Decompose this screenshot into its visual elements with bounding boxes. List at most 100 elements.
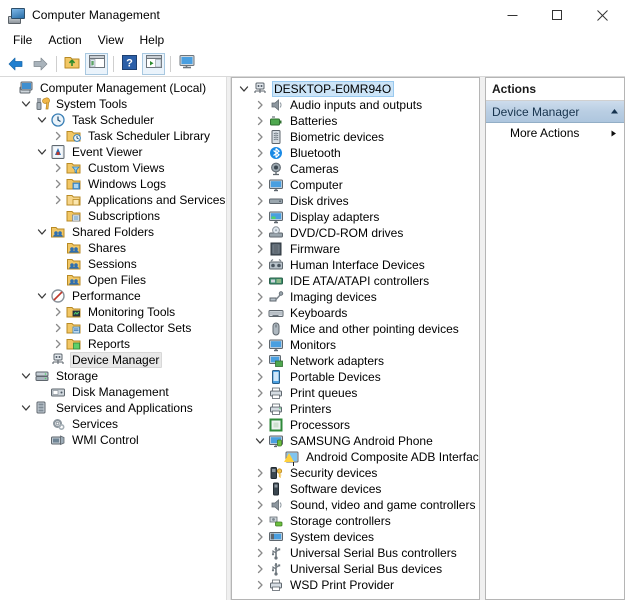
chevron-right-icon[interactable] (50, 160, 66, 176)
tree-item-monitoring-tools[interactable]: Monitoring Tools (0, 304, 225, 320)
tree-item-shared-folders[interactable]: Shared Folders (0, 224, 225, 240)
tree-item-computer-management-local[interactable]: Computer Management (Local) (0, 80, 225, 96)
tree-item-windows-logs[interactable]: Windows Logs (0, 176, 225, 192)
tree-item-bluetooth[interactable]: Bluetooth (232, 145, 479, 161)
chevron-right-icon[interactable] (252, 225, 268, 241)
tree-item-processors[interactable]: Processors (232, 417, 479, 433)
chevron-right-icon[interactable] (252, 513, 268, 529)
chevron-right-icon[interactable] (252, 369, 268, 385)
tree-item-ide-ata-atapi-controllers[interactable]: IDE ATA/ATAPI controllers (232, 273, 479, 289)
chevron-right-icon[interactable] (252, 177, 268, 193)
tree-item-software-devices[interactable]: Software devices (232, 481, 479, 497)
chevron-right-icon[interactable] (252, 481, 268, 497)
maximize-button[interactable] (535, 0, 580, 30)
tree-item-dvd-cd-rom-drives[interactable]: DVD/CD-ROM drives (232, 225, 479, 241)
tree-item-samsung-android-phone[interactable]: SAMSUNG Android Phone (232, 433, 479, 449)
show-hide-action-pane-button[interactable] (142, 52, 165, 75)
chevron-right-icon[interactable] (252, 353, 268, 369)
tree-item-keyboards[interactable]: Keyboards (232, 305, 479, 321)
tree-item-performance[interactable]: Performance (0, 288, 225, 304)
tree-item-storage[interactable]: Storage (0, 368, 225, 384)
tree-item-custom-views[interactable]: Custom Views (0, 160, 225, 176)
chevron-right-icon[interactable] (252, 161, 268, 177)
up-one-level-button[interactable] (61, 53, 84, 75)
tree-item-data-collector-sets[interactable]: Data Collector Sets (0, 320, 225, 336)
chevron-right-icon[interactable] (252, 337, 268, 353)
chevron-down-icon[interactable] (34, 144, 50, 160)
chevron-down-icon[interactable] (18, 400, 34, 416)
chevron-right-icon[interactable] (252, 257, 268, 273)
tree-item-subscriptions[interactable]: Subscriptions (0, 208, 225, 224)
minimize-button[interactable] (490, 0, 535, 30)
tree-item-applications-and-services-logs[interactable]: Applications and Services Logs (0, 192, 225, 208)
chevron-down-icon[interactable] (252, 433, 268, 449)
chevron-right-icon[interactable] (252, 273, 268, 289)
actions-group-device-manager[interactable]: Device Manager (486, 101, 624, 123)
tree-item-batteries[interactable]: Batteries (232, 113, 479, 129)
tree-item-system-tools[interactable]: System Tools (0, 96, 225, 112)
menu-file[interactable]: File (5, 31, 40, 50)
tree-item-disk-management[interactable]: Disk Management (0, 384, 225, 400)
chevron-right-icon[interactable] (252, 145, 268, 161)
tree-item-reports[interactable]: Reports (0, 336, 225, 352)
chevron-right-icon[interactable] (50, 336, 66, 352)
chevron-right-icon[interactable] (252, 561, 268, 577)
tree-item-device-manager[interactable]: Device Manager (0, 352, 225, 368)
chevron-right-icon[interactable] (252, 321, 268, 337)
tree-item-wmi-control[interactable]: WMI Control (0, 432, 225, 448)
help-button[interactable]: ? (118, 53, 141, 75)
tree-item-open-files[interactable]: Open Files (0, 272, 225, 288)
tree-item-print-queues[interactable]: Print queues (232, 385, 479, 401)
chevron-right-icon[interactable] (252, 209, 268, 225)
chevron-right-icon[interactable] (252, 129, 268, 145)
tree-item-biometric-devices[interactable]: Biometric devices (232, 129, 479, 145)
chevron-right-icon[interactable] (252, 577, 268, 593)
chevron-down-icon[interactable] (34, 224, 50, 240)
chevron-down-icon[interactable] (34, 288, 50, 304)
tree-item-sessions[interactable]: Sessions (0, 256, 225, 272)
tree-item-computer[interactable]: Computer (232, 177, 479, 193)
tree-item-task-scheduler-library[interactable]: Task Scheduler Library (0, 128, 225, 144)
tree-item-portable-devices[interactable]: Portable Devices (232, 369, 479, 385)
tree-item-audio-inputs-and-outputs[interactable]: Audio inputs and outputs (232, 97, 479, 113)
properties-button[interactable] (175, 53, 198, 75)
tree-item-shares[interactable]: Shares (0, 240, 225, 256)
tree-item-android-composite-adb-interface[interactable]: Android Composite ADB Interface (232, 449, 479, 466)
tree-item-imaging-devices[interactable]: Imaging devices (232, 289, 479, 305)
chevron-right-icon[interactable] (252, 193, 268, 209)
tree-item-network-adapters[interactable]: Network adapters (232, 353, 479, 369)
chevron-right-icon[interactable] (252, 529, 268, 545)
chevron-right-icon[interactable] (252, 241, 268, 257)
back-button[interactable] (4, 53, 27, 75)
tree-item-display-adapters[interactable]: Display adapters (232, 209, 479, 225)
chevron-right-icon[interactable] (50, 320, 66, 336)
chevron-right-icon[interactable] (252, 417, 268, 433)
chevron-right-icon[interactable] (50, 304, 66, 320)
show-hide-console-tree-button[interactable] (85, 52, 108, 75)
chevron-right-icon[interactable] (50, 192, 66, 208)
tree-item-monitors[interactable]: Monitors (232, 337, 479, 353)
tree-item-system-devices[interactable]: System devices (232, 529, 479, 545)
chevron-right-icon[interactable] (252, 305, 268, 321)
menu-help[interactable]: Help (132, 31, 173, 50)
tree-item-sound-video-and-game-controllers[interactable]: Sound, video and game controllers (232, 497, 479, 513)
tree-item-disk-drives[interactable]: Disk drives (232, 193, 479, 209)
chevron-right-icon[interactable] (252, 401, 268, 417)
tree-item-wsd-print-provider[interactable]: WSD Print Provider (232, 577, 479, 593)
tree-item-human-interface-devices[interactable]: Human Interface Devices (232, 257, 479, 273)
tree-item-universal-serial-bus-devices[interactable]: Universal Serial Bus devices (232, 561, 479, 577)
tree-item-security-devices[interactable]: Security devices (232, 465, 479, 481)
tree-item-mice-and-other-pointing-devices[interactable]: Mice and other pointing devices (232, 321, 479, 337)
chevron-right-icon[interactable] (252, 545, 268, 561)
tree-item-services[interactable]: Services (0, 416, 225, 432)
tree-item-event-viewer[interactable]: Event Viewer (0, 144, 225, 160)
close-button[interactable] (580, 0, 625, 30)
chevron-down-icon[interactable] (34, 112, 50, 128)
chevron-right-icon[interactable] (252, 97, 268, 113)
tree-item-task-scheduler[interactable]: Task Scheduler (0, 112, 225, 128)
actions-item-more-actions[interactable]: More Actions (486, 123, 624, 143)
chevron-right-icon[interactable] (252, 385, 268, 401)
tree-item-printers[interactable]: Printers (232, 401, 479, 417)
chevron-right-icon[interactable] (252, 113, 268, 129)
chevron-down-icon[interactable] (18, 368, 34, 384)
